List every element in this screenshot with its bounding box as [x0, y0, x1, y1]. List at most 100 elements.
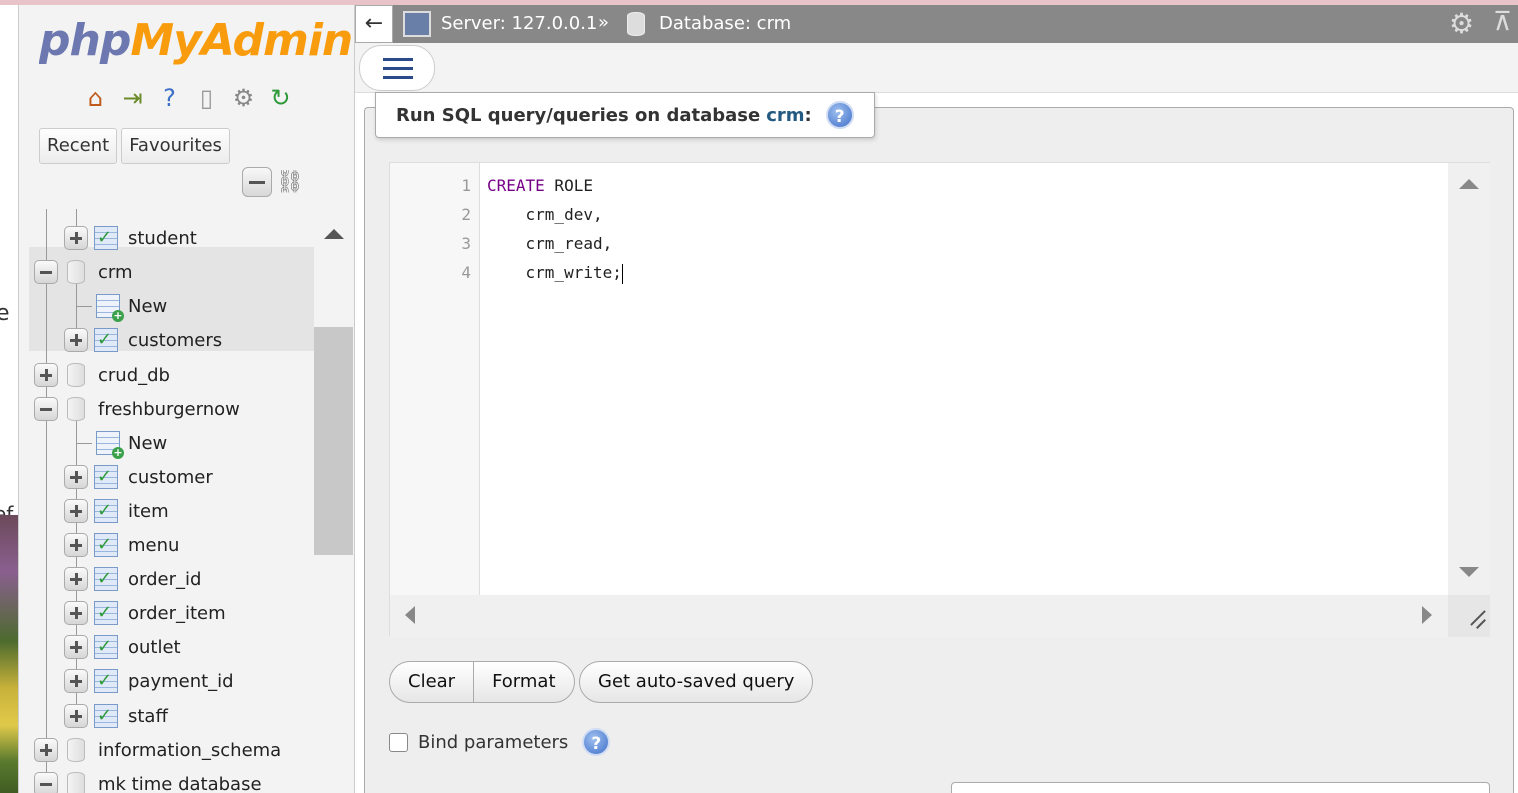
tree-item-table[interactable]: ✓ item	[29, 494, 323, 528]
tree-item-table[interactable]: ✓ order_item	[29, 596, 323, 630]
tree-item-new[interactable]: + New	[29, 289, 323, 323]
collapse-icon[interactable]	[34, 772, 58, 793]
database-tree: ✓ student crm + New ✓ customers crud_db	[29, 209, 323, 793]
reload-icon[interactable]: ↻	[264, 83, 297, 113]
bookmark-fieldset	[951, 782, 1490, 793]
menu-toggle-button[interactable]	[359, 45, 435, 91]
scroll-right-icon[interactable]	[1422, 606, 1432, 624]
bind-parameters-checkbox[interactable]	[389, 732, 408, 752]
expand-icon[interactable]	[64, 567, 88, 591]
tree-item-table[interactable]: ✓ menu	[29, 528, 323, 562]
code-line: crm_read,	[487, 234, 613, 253]
tree-item-table[interactable]: ✓ customers	[29, 323, 323, 357]
collapse-icon[interactable]	[34, 397, 58, 421]
tree-item-label: outlet	[128, 636, 181, 658]
back-arrow-icon[interactable]: ←	[355, 5, 393, 43]
documentation-icon[interactable]: ▯	[190, 83, 223, 113]
expand-icon[interactable]	[64, 704, 88, 728]
exit-icon[interactable]: ⇥	[116, 83, 149, 113]
clear-button[interactable]: Clear	[390, 662, 473, 702]
expand-icon[interactable]	[34, 738, 58, 762]
database-icon	[67, 397, 85, 421]
breadcrumb-database[interactable]: Database: crm	[659, 13, 791, 34]
link-with-main-icon[interactable]: ⛓	[276, 170, 304, 195]
expand-icon[interactable]	[64, 533, 88, 557]
expand-icon[interactable]	[34, 363, 58, 387]
nav-scrollbar[interactable]	[314, 209, 354, 793]
tree-item-database[interactable]: information_schema	[29, 733, 323, 767]
table-icon: ✓	[94, 669, 118, 693]
scrollbar-thumb[interactable]	[314, 327, 353, 555]
tree-item-table[interactable]: ✓ customer	[29, 460, 323, 494]
tree-item-database[interactable]: crud_db	[29, 358, 323, 392]
legend-database-link[interactable]: crm	[766, 105, 804, 126]
breadcrumb-bar: ← Server: 127.0.0.1 » Database: crm ⚙ ⊼	[355, 5, 1518, 43]
settings-icon[interactable]: ⚙	[227, 83, 260, 113]
table-icon: ✓	[94, 533, 118, 557]
help-icon[interactable]: ?	[153, 83, 186, 113]
format-button[interactable]: Format	[473, 662, 573, 702]
tree-item-new[interactable]: + New	[29, 426, 323, 460]
tree-item-table[interactable]: ✓ student	[29, 221, 323, 255]
tree-item-label: customers	[128, 329, 223, 351]
breadcrumb-server[interactable]: Server: 127.0.0.1	[441, 13, 597, 34]
code-line: crm_write;	[487, 263, 623, 284]
expand-icon[interactable]	[64, 601, 88, 625]
help-icon[interactable]: ?	[582, 728, 611, 756]
tree-item-table[interactable]: ✓ outlet	[29, 630, 323, 664]
table-icon: ✓	[94, 226, 118, 250]
table-icon: ✓	[94, 567, 118, 591]
legend-colon: :	[804, 104, 812, 126]
database-icon	[67, 772, 85, 793]
code-line: CREATE ROLE	[487, 176, 593, 195]
tree-item-label: order_id	[128, 568, 202, 590]
bind-parameters-label[interactable]: Bind parameters	[418, 732, 568, 753]
editor-vertical-scrollbar[interactable]	[1448, 163, 1490, 595]
recent-tab[interactable]: Recent	[39, 128, 118, 164]
get-auto-saved-query-button[interactable]: Get auto-saved query	[579, 661, 814, 703]
sql-query-legend: Run SQL query/queries on database crm: ?	[375, 92, 875, 138]
line-number: 1	[461, 176, 471, 195]
database-icon	[67, 738, 85, 762]
home-icon[interactable]: ⌂	[79, 83, 112, 113]
expand-icon[interactable]	[64, 465, 88, 489]
tree-item-database[interactable]: freshburgernow	[29, 392, 323, 426]
scroll-left-icon[interactable]	[405, 606, 415, 624]
expand-icon[interactable]	[64, 328, 88, 352]
tree-item-label: payment_id	[128, 670, 234, 692]
expand-icon[interactable]	[64, 226, 88, 250]
expand-icon[interactable]	[64, 499, 88, 523]
resize-handle-icon[interactable]	[1448, 595, 1490, 637]
page-settings-icon[interactable]: ⚙	[1449, 7, 1474, 40]
scroll-up-icon[interactable]	[324, 229, 344, 239]
scroll-up-icon[interactable]	[1459, 179, 1479, 189]
database-icon	[67, 363, 85, 387]
nav-icon-bar: ⌂ ⇥ ? ▯ ⚙ ↻	[79, 83, 297, 113]
scroll-down-icon[interactable]	[1459, 567, 1479, 577]
expand-icon[interactable]	[64, 635, 88, 659]
expand-icon[interactable]	[64, 669, 88, 693]
collapse-all-button[interactable]	[242, 167, 272, 197]
tree-item-table[interactable]: ✓ order_id	[29, 562, 323, 596]
nav-tools: ⛓	[242, 167, 304, 197]
phpmyadmin-logo[interactable]: phpMyAdmin	[39, 15, 355, 66]
line-number: 4	[461, 263, 471, 282]
code-line: crm_dev,	[487, 205, 603, 224]
collapse-icon[interactable]	[34, 260, 58, 284]
tree-item-database[interactable]: mk time database	[29, 767, 323, 793]
new-table-icon: +	[96, 294, 124, 322]
editor-horizontal-scrollbar[interactable]	[390, 595, 1448, 637]
help-icon[interactable]: ?	[825, 101, 854, 129]
sql-code-editor[interactable]: 1 2 3 4 CREATE ROLE crm_dev, crm_read, c…	[389, 162, 1490, 637]
tree-item-database[interactable]: crm	[29, 255, 323, 289]
tree-item-table[interactable]: ✓ staff	[29, 699, 323, 733]
tree-item-label: New	[128, 295, 168, 317]
favourites-tab[interactable]: Favourites	[121, 128, 230, 164]
tree-item-table[interactable]: ✓ payment_id	[29, 664, 323, 698]
bind-parameters-row: Bind parameters ?	[389, 728, 611, 756]
new-table-icon: +	[96, 431, 124, 459]
menu-bar	[355, 43, 1518, 93]
collapse-bar-icon[interactable]: ⊼	[1493, 7, 1512, 37]
code-text: crm_read,	[487, 234, 613, 253]
text-cursor	[621, 263, 623, 284]
